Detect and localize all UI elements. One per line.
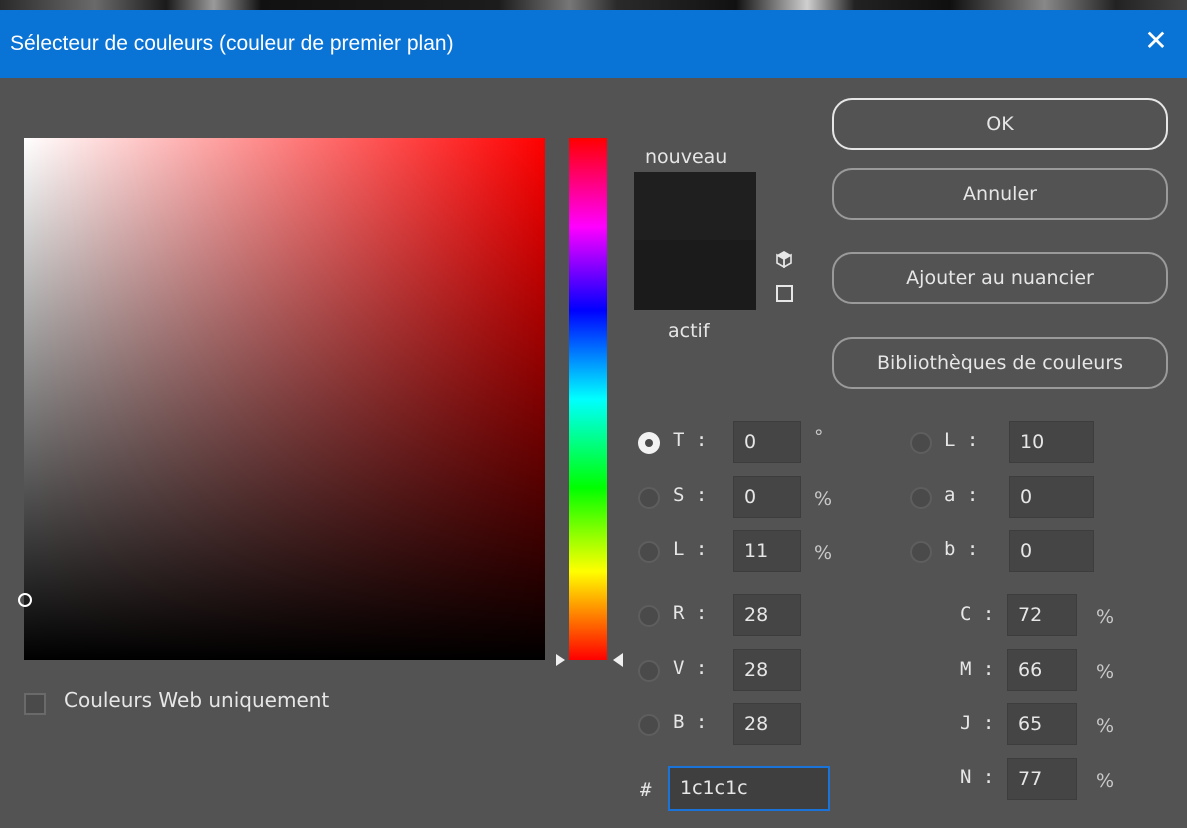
red-input[interactable]: 28 <box>733 594 801 636</box>
magenta-unit: % <box>1096 661 1115 683</box>
brightness-unit: % <box>814 542 833 564</box>
hue-slider[interactable] <box>569 138 607 660</box>
close-icon[interactable]: ✕ <box>1139 24 1173 58</box>
lab-b-label: b : <box>944 538 979 560</box>
yellow-label: J : <box>960 712 995 734</box>
cyan-unit: % <box>1096 606 1115 628</box>
radio-green[interactable] <box>638 660 660 682</box>
radio-hue[interactable] <box>638 432 660 454</box>
red-label: R : <box>673 602 708 624</box>
radio-blue[interactable] <box>638 714 660 736</box>
saturation-input[interactable]: 0 <box>733 476 801 518</box>
current-color-label: actif <box>668 320 710 342</box>
cyan-label: C : <box>960 603 995 625</box>
brightness-input[interactable]: 11 <box>733 530 801 572</box>
saturation-label: S : <box>673 484 708 506</box>
black-input[interactable]: 77 <box>1007 758 1077 800</box>
ok-button[interactable]: OK <box>832 98 1168 150</box>
hue-input[interactable]: 0 <box>733 421 801 463</box>
lab-a-label: a : <box>944 484 979 506</box>
new-color-swatch <box>634 172 756 240</box>
web-colors-only-label: Couleurs Web uniquement <box>64 688 330 712</box>
magenta-label: M : <box>960 658 995 680</box>
radio-lab-a[interactable] <box>910 487 932 509</box>
radio-red[interactable] <box>638 605 660 627</box>
color-libraries-button[interactable]: Bibliothèques de couleurs <box>832 337 1168 389</box>
green-label: V : <box>673 657 708 679</box>
green-input[interactable]: 28 <box>733 649 801 691</box>
current-color-swatch[interactable] <box>634 240 756 310</box>
radio-brightness[interactable] <box>638 541 660 563</box>
new-color-label: nouveau <box>645 146 728 168</box>
web-safe-square-icon[interactable] <box>776 285 793 302</box>
lab-l-label: L : <box>944 429 979 451</box>
brightness-label: L : <box>673 538 708 560</box>
color-field-marker[interactable] <box>18 593 32 607</box>
hue-slider-handle-left-icon[interactable] <box>556 654 565 666</box>
window-title: Sélecteur de couleurs (couleur de premie… <box>10 32 454 55</box>
saturation-unit: % <box>814 488 833 510</box>
add-to-swatches-button[interactable]: Ajouter au nuancier <box>832 252 1168 304</box>
black-label: N : <box>960 766 995 788</box>
yellow-unit: % <box>1096 715 1115 737</box>
lab-b-input[interactable]: 0 <box>1009 530 1094 572</box>
radio-lab-l[interactable] <box>910 432 932 454</box>
radio-saturation[interactable] <box>638 487 660 509</box>
cyan-input[interactable]: 72 <box>1007 594 1077 636</box>
title-bar: Sélecteur de couleurs (couleur de premie… <box>0 10 1187 78</box>
hue-label: T : <box>673 429 708 451</box>
cancel-button[interactable]: Annuler <box>832 168 1168 220</box>
lab-l-input[interactable]: 10 <box>1009 421 1094 463</box>
hex-input[interactable]: 1c1c1c <box>668 766 830 811</box>
yellow-input[interactable]: 65 <box>1007 703 1077 745</box>
hue-unit: ° <box>814 426 824 448</box>
magenta-input[interactable]: 66 <box>1007 649 1077 691</box>
blue-input[interactable]: 28 <box>733 703 801 745</box>
color-field[interactable] <box>24 138 545 660</box>
hex-label: # <box>640 779 652 801</box>
radio-lab-b[interactable] <box>910 541 932 563</box>
hue-slider-handle-right-icon[interactable] <box>613 653 623 667</box>
background-strip <box>0 0 1187 10</box>
black-unit: % <box>1096 770 1115 792</box>
lab-a-input[interactable]: 0 <box>1009 476 1094 518</box>
web-colors-only-checkbox[interactable] <box>24 693 46 715</box>
blue-label: B : <box>673 711 708 733</box>
gamut-warning-cube-icon[interactable] <box>775 250 793 268</box>
